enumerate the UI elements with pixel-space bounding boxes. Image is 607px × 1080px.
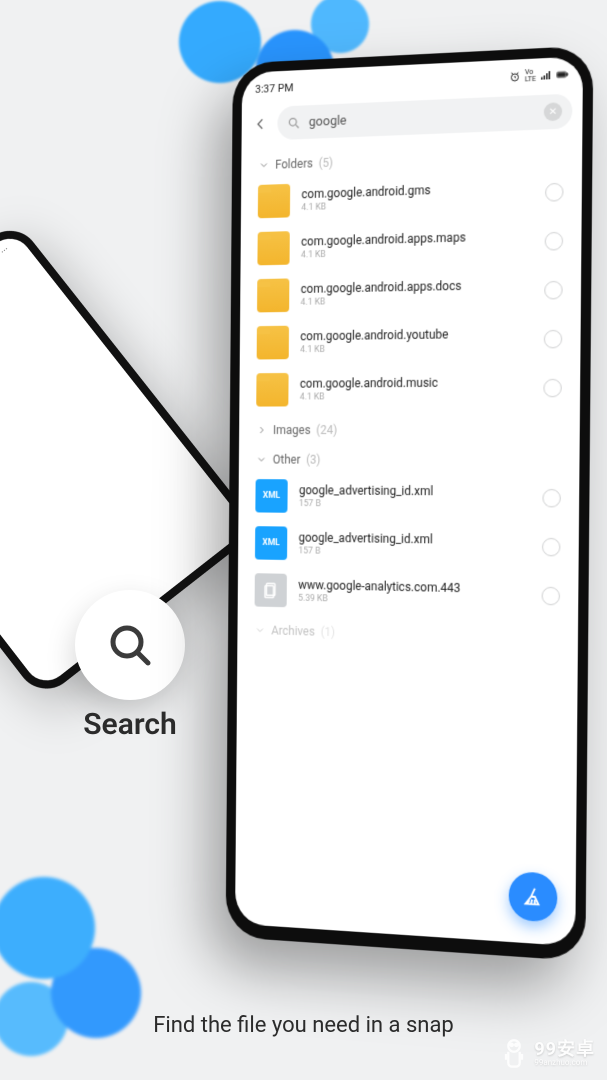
section-label: Images [273,423,311,437]
chevron-down-icon [254,624,265,636]
file-row[interactable]: XML google_advertising_id.xml157 B [242,519,575,572]
phone-screen: 3:37 PM Vo LTE google [235,56,583,946]
folder-icon [257,231,289,265]
folder-icon [257,326,289,360]
search-icon [287,115,301,130]
search-badge [75,590,185,700]
chevron-down-icon [256,454,267,466]
folder-icon [256,373,288,407]
section-count: (3) [306,453,320,467]
alarm-icon [509,70,521,83]
chevron-left-icon [253,116,268,132]
section-label: Other [273,453,301,467]
chevron-right-icon [256,424,267,436]
section-label: Folders [275,156,313,171]
select-radio[interactable] [543,379,561,397]
select-radio[interactable] [544,330,562,349]
item-name: google_advertising_id.xml [299,531,433,547]
section-count: (1) [321,625,336,639]
battery-icon [556,68,568,81]
search-badge-label: Search [60,707,200,742]
item-size: 4.1 KB [300,343,448,355]
item-name: com.google.android.apps.maps [301,230,466,248]
section-images[interactable]: Images (24) [243,413,576,444]
clear-search-button[interactable] [544,102,562,121]
status-indicators: Vo LTE [509,67,569,84]
folder-icon [258,184,290,218]
watermark-title: 99安卓 [534,1041,595,1059]
folder-row[interactable]: com.google.android.apps.docs4.1 KB [244,265,577,319]
select-radio[interactable] [542,587,560,606]
file-row[interactable]: XML google_advertising_id.xml157 B [242,472,575,523]
status-time: 3:37 PM [255,81,293,96]
watermark-logo-icon [500,1038,528,1070]
secondary-status-dots: ··· [0,244,11,257]
signal-icon [540,69,552,82]
section-count: (5) [319,156,334,170]
volte-label: Vo LTE [525,69,536,84]
item-size: 4.1 KB [301,199,430,213]
select-radio[interactable] [542,489,560,508]
select-radio[interactable] [544,281,562,300]
item-size: 5.39 KB [298,594,460,608]
watermark-url: 99anzhuo.com [534,1059,595,1067]
marketing-tagline: Find the file you need in a snap [0,1013,607,1038]
watermark: 99安卓 99anzhuo.com [500,1038,595,1070]
search-input[interactable]: google [277,94,572,141]
folder-row[interactable]: com.google.android.music4.1 KB [243,363,576,413]
document-icon [255,573,287,607]
broom-icon [522,885,544,909]
search-query: google [309,113,347,129]
secondary-status-icons: ··· [0,241,16,258]
item-name: com.google.android.music [300,376,438,391]
item-size: 4.1 KB [301,295,462,308]
select-radio[interactable] [545,232,563,251]
item-size: 157 B [299,499,433,510]
folder-icon [257,278,289,312]
item-name: google_advertising_id.xml [299,483,433,498]
ink-splash-bottom [0,850,200,1080]
section-label: Archives [271,624,315,639]
item-name: www.google-analytics.com.443 [298,578,460,595]
item-size: 4.1 KB [301,246,466,260]
item-name: com.google.android.youtube [300,327,448,343]
back-button[interactable] [251,112,270,136]
select-radio[interactable] [545,183,563,202]
main-phone: 3:37 PM Vo LTE google [226,45,594,961]
item-name: com.google.android.apps.docs [301,279,462,296]
search-icon [106,621,154,669]
select-radio[interactable] [542,538,560,557]
item-size: 157 B [298,546,432,558]
section-other[interactable]: Other (3) [243,443,576,474]
item-size: 4.1 KB [300,392,438,403]
file-row[interactable]: www.google-analytics.com.4435.39 KB [241,566,574,621]
folder-row[interactable]: com.google.android.apps.maps4.1 KB [244,216,577,272]
xml-icon: XML [255,479,287,513]
folder-row[interactable]: com.google.android.youtube4.1 KB [243,314,576,366]
section-count: (24) [316,423,337,437]
results-list[interactable]: Folders (5) com.google.android.gms4.1 KB… [235,136,582,946]
chevron-down-icon [258,159,269,171]
item-name: com.google.android.gms [301,183,430,201]
xml-icon: XML [255,526,287,560]
